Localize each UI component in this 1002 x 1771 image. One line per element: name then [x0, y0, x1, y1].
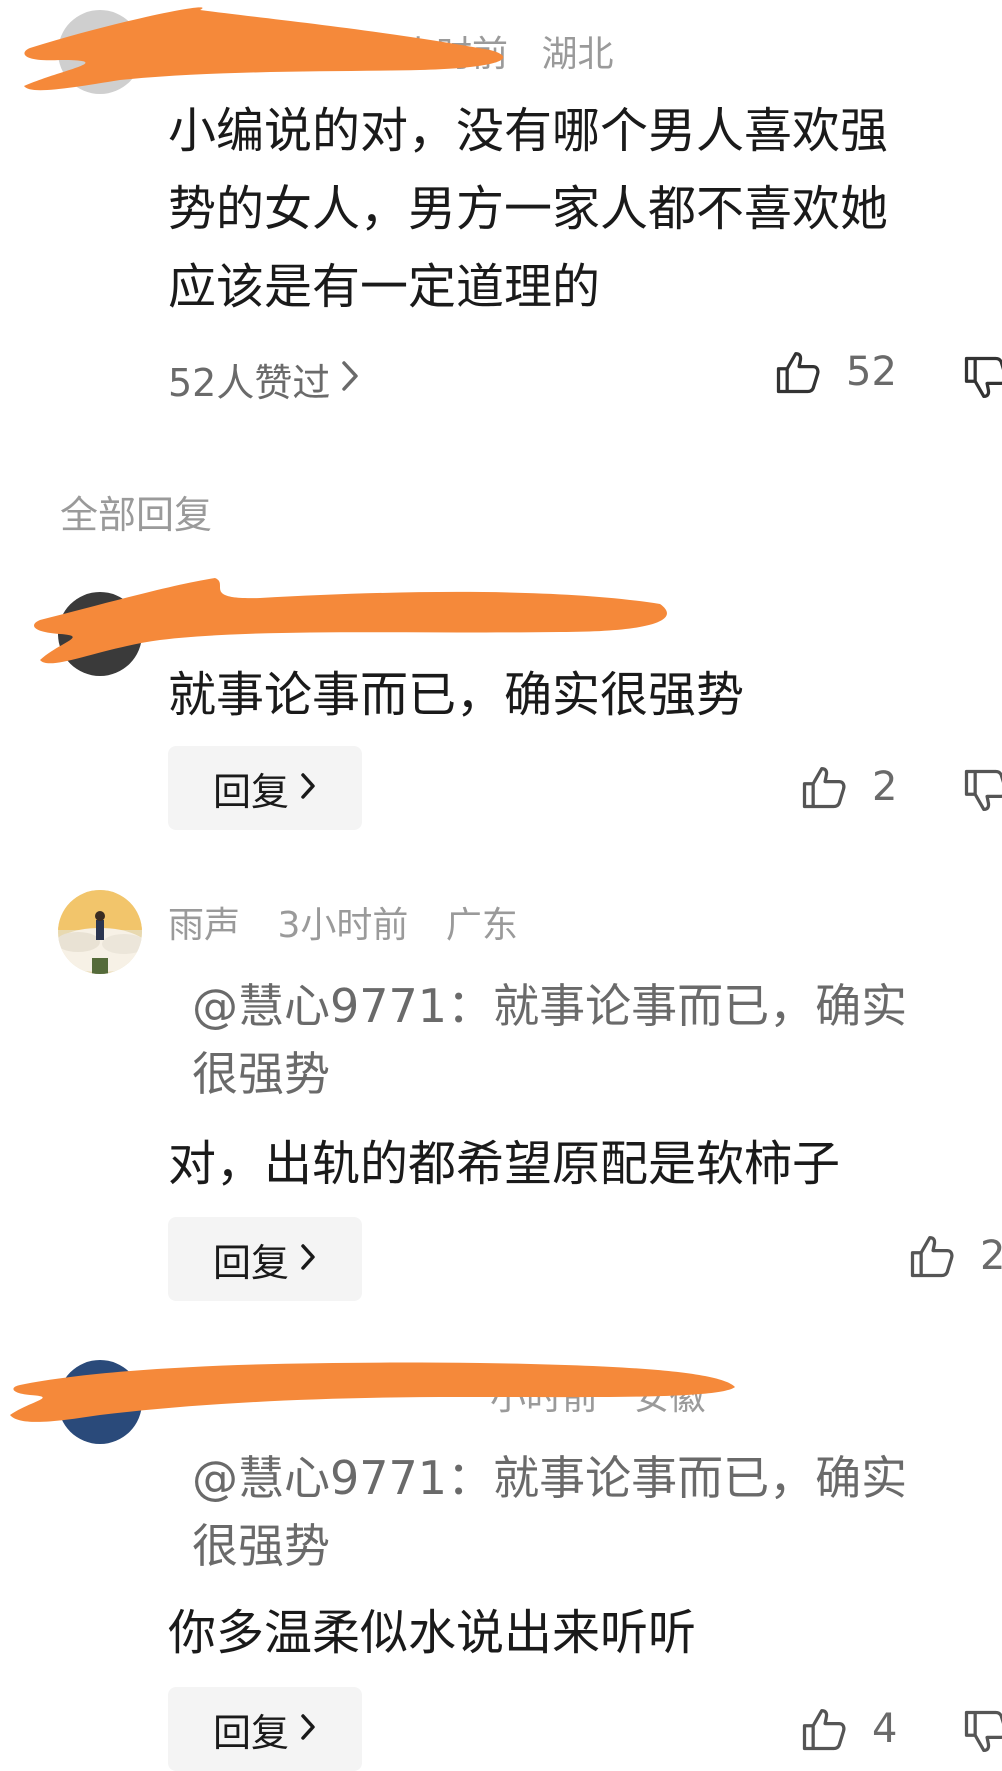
reply-text: 就事论事而已，确实很强势 [168, 667, 745, 723]
avatar[interactable] [58, 592, 142, 676]
like-count: 4 [872, 1706, 898, 1752]
username[interactable]: 雨声 [168, 905, 240, 946]
like-button[interactable]: 2 [798, 761, 897, 813]
thumbs-up-icon [910, 1235, 954, 1278]
comment-text-line: 势的女人，男方一家人都不喜欢她 [168, 181, 889, 237]
like-count: 22 [980, 1233, 1002, 1279]
like-wrapper: 22 [906, 1230, 1002, 1282]
reply-text: 你多温柔似水说出来听听 [168, 1605, 697, 1661]
reply-label: 回复 [212, 1710, 289, 1755]
thumbs-down-icon[interactable] [960, 352, 1002, 404]
comment-text: 小编说的对，没有哪个男人喜欢强 势的女人，男方一家人都不喜欢她 应该是有一定道理… [168, 92, 998, 326]
thumbs-up-icon [802, 766, 846, 809]
reply-time: 小时前 [490, 1377, 599, 1418]
chevron-right-icon [340, 358, 360, 402]
reply-region: 广东 [445, 905, 518, 946]
reply-button[interactable]: 回复 [168, 1217, 362, 1301]
like-button[interactable]: 52 [772, 346, 897, 398]
reply-label: 回复 [212, 769, 289, 814]
like-count: 2 [872, 764, 898, 810]
quoted-comment: @慧心9771：就事论事而已，确实 很强势 [192, 1444, 992, 1580]
reply-region: 安徽 [633, 1377, 706, 1418]
thumbs-up-icon [802, 1708, 846, 1751]
avatar-image [58, 890, 142, 974]
reply-button[interactable]: 回复 [168, 746, 362, 830]
reply-meta: 雨声 3小时前 广东 [168, 896, 518, 948]
thumbs-down-icon[interactable] [960, 765, 1002, 817]
likers-link[interactable]: 52人赞过 [168, 352, 360, 407]
reply-meta: 小时前 安徽 [490, 1368, 705, 1420]
quote-line: @慧心9771：就事论事而已，确实 [192, 1451, 908, 1505]
comment-text-line: 小编说的对，没有哪个男人喜欢强 [168, 103, 889, 159]
chevron-right-icon [299, 766, 317, 810]
reply-label: 回复 [212, 1240, 289, 1285]
avatar[interactable] [58, 1360, 142, 1444]
quote-line: 很强势 [192, 1047, 330, 1101]
reply-text: 对，出轨的都希望原配是软柿子 [168, 1136, 841, 1192]
thumbs-up-icon [776, 351, 820, 394]
quote-line: 很强势 [192, 1519, 330, 1573]
comment-region: 湖北 [541, 34, 614, 75]
chevron-right-icon [299, 1707, 317, 1751]
avatar[interactable] [58, 890, 142, 974]
comment-meta: 小时前 湖北 [400, 25, 613, 77]
comment-text-line: 应该是有一定道理的 [168, 259, 601, 315]
likers-label: 52人赞过 [168, 361, 331, 405]
reply-button[interactable]: 回复 [168, 1687, 362, 1771]
quote-line: @慧心9771：就事论事而已，确实 [192, 979, 908, 1033]
quoted-comment: @慧心9771：就事论事而已，确实 很强势 [192, 972, 992, 1108]
comment-time: 小时前 [400, 34, 509, 75]
avatar[interactable] [58, 10, 142, 94]
section-title: 全部回复 [60, 493, 213, 537]
chevron-right-icon [299, 1237, 317, 1281]
reply-time: 3小时前 [277, 905, 409, 946]
like-button[interactable]: 4 [798, 1703, 897, 1755]
thumbs-down-icon[interactable] [960, 1706, 1002, 1758]
like-count: 52 [846, 349, 897, 395]
like-button[interactable]: 22 [900, 1222, 1002, 1292]
